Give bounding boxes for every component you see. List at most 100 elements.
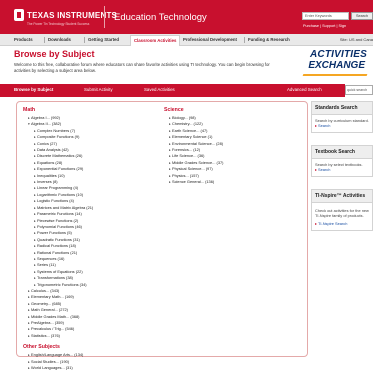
subject-label: Equations (28) (37, 159, 63, 165)
nav-classroom-activities[interactable]: Classroom Activities (130, 35, 181, 46)
subject-label: Power Functions (5) (37, 230, 72, 236)
nav-funding-research[interactable]: Funding & Research (248, 37, 290, 42)
nav-divider (244, 37, 245, 43)
subject-label: Inequalities (10) (37, 172, 65, 178)
brand-tagline: The Power Tin Technology Student Success (27, 22, 90, 26)
subject-label: Systems of Equations (22) (37, 268, 83, 274)
subject-label: Rational Functions (21) (37, 249, 78, 255)
ti-nspire-search-link[interactable]: ▸ TI-Nspire Search (315, 221, 369, 227)
math-heading: Math (23, 107, 36, 113)
subject-label: Linear Programming (4) (37, 185, 79, 191)
subject-label: Polynomial Functions (46) (37, 223, 82, 229)
subject-label: Calculus... (343) (31, 287, 60, 293)
activities-exchange-logo: ACTIVITIES EXCHANGE (297, 49, 373, 79)
link-label: Search (318, 123, 331, 129)
subject-label: Piecewise Functions (2) (37, 217, 79, 223)
subject-label: English/Language Arts... (134) (31, 352, 84, 358)
site-header: TEXAS INSTRUMENTS The Power Tin Technolo… (0, 0, 373, 34)
subject-label: Sequences (16) (37, 255, 65, 261)
subject-label: Complex Numbers (7) (37, 127, 76, 133)
subject-label: Statistics... (376) (31, 332, 60, 338)
subject-label: PreAlgebra... (359) (31, 320, 64, 325)
subject-label: Math General... (272) (31, 307, 68, 313)
subject-item[interactable]: ▸Science General... (136) (164, 179, 223, 185)
science-subject-list: ▸Biology... (98) ▸Chemistry... (122) ▸Eart… (164, 115, 223, 185)
main-nav: Products Downloads Getting Started Class… (0, 34, 373, 46)
subject-label: Parametric Functions (14) (37, 211, 82, 217)
other-subject-list: ▸English/Language Arts... (134) ▸Social S… (23, 352, 93, 371)
saved-activities-link[interactable]: Saved Activities (144, 87, 175, 92)
subject-label: World Languages... (31) (31, 365, 73, 371)
subject-label: Social Studies... (190) (31, 358, 70, 364)
header-divider (104, 6, 105, 28)
subject-label: Biology... (98) (172, 115, 196, 120)
subject-label: Quadratic Functions (31) (37, 236, 80, 242)
logo-line-activities: ACTIVITIES (309, 49, 367, 60)
link-label: Search (318, 167, 331, 173)
ti-nspire-panel: TI-Nspire™ Activities Check out activiti… (311, 189, 373, 232)
subject-label: Precalculus / Trig... (546) (31, 326, 75, 332)
subject-label: Conics (27) (37, 140, 57, 146)
advanced-search-link[interactable]: Advanced Search (287, 87, 322, 92)
subject-label: Matrices and Matrix Algebra (21) (37, 204, 94, 210)
nav-divider (84, 37, 85, 43)
nav-professional-development[interactable]: Professional Development (183, 37, 237, 42)
logo-line-exchange: EXCHANGE (308, 60, 365, 71)
subject-label: Discrete Mathematics (26) (37, 153, 83, 159)
standards-search-link[interactable]: ▸ Search (315, 123, 369, 129)
subject-label: Middle Grades Science... (37) (172, 159, 224, 165)
utility-links[interactable]: Purchase | Support | Sign (303, 24, 346, 28)
subject-label: Data Analysis (42) (37, 147, 69, 153)
activity-toolbar: Browse by Subject Submit Activity Saved … (0, 84, 345, 97)
panel-title: TI-Nspire™ Activities (312, 190, 372, 203)
subject-label: Elementary Science (1) (172, 134, 213, 140)
subject-label: Life Science... (36) (172, 153, 205, 159)
subject-label: Physical Science... (97) (172, 166, 213, 172)
browse-by-subject-link[interactable]: Browse by Subject (14, 87, 53, 92)
subject-label: Science General... (136) (172, 179, 215, 185)
keyword-search-input[interactable]: Enter Keywords (302, 12, 349, 20)
quick-search-input[interactable]: quick search (345, 85, 373, 95)
nav-divider (44, 37, 45, 43)
subject-item[interactable]: ▸World Languages... (31) (23, 365, 93, 371)
subject-label: Earth Science... (47) (172, 127, 208, 133)
subject-label: Geometry... (685) (31, 300, 62, 306)
subject-label: Trigonometric Functions (34) (37, 281, 87, 287)
subject-label: Radical Functions (18) (37, 243, 76, 249)
science-heading: Science (164, 107, 184, 113)
subject-label: Logistic Functions (4) (37, 198, 74, 204)
other-subjects-heading: Other Subjects (23, 344, 60, 351)
page-intro: Welcome to this free, collaborative foru… (14, 62, 270, 73)
page-title: Browse by Subject (14, 49, 95, 59)
subject-label: Inverses (8) (37, 179, 58, 185)
math-subject-list: ▸Algebra I... (992) ▾Algebra II... (382) ▸… (23, 115, 93, 339)
textbook-search-panel: Textbook Search Search by select textboo… (311, 145, 373, 178)
subject-label: Transformations (38) (37, 275, 73, 281)
subject-label: Series (11) (37, 262, 56, 268)
textbook-search-link[interactable]: ▸ Search (315, 167, 369, 173)
math-column: Math ▸Algebra I... (992) ▾Algebra II... (… (23, 107, 93, 371)
ti-logo[interactable]: TEXAS INSTRUMENTS (14, 9, 117, 21)
panel-text: Check out activities for the new TI-Nspi… (315, 208, 369, 219)
standards-search-panel: Standards Search Search by curriculum st… (311, 101, 373, 134)
panel-title: Standards Search (312, 102, 372, 115)
subject-label: Algebra I... (992) (31, 115, 60, 120)
subject-label: Elementary Math... (169) (31, 294, 74, 300)
logo-swoosh (302, 74, 368, 76)
texas-state-icon (14, 9, 24, 21)
nav-products[interactable]: Products (14, 37, 33, 42)
keyword-search-button[interactable]: Search (351, 12, 373, 20)
subject-label: Environmental Science... (28) (172, 140, 224, 146)
nav-downloads[interactable]: Downloads (48, 37, 71, 42)
submit-activity-link[interactable]: Submit Activity (84, 87, 113, 92)
subject-label: Composite Functions (9) (37, 134, 80, 140)
nav-getting-started[interactable]: Getting Started (88, 37, 119, 42)
site-region-selector[interactable]: Site: US and Cana (340, 37, 373, 42)
subject-label: Physics... (157) (172, 172, 199, 178)
section-title[interactable]: Education Technology (114, 12, 207, 23)
panel-title: Textbook Search (312, 146, 372, 159)
subject-label: Forensics... (12) (172, 147, 201, 153)
subject-label: Middle Grades Math... (368) (31, 313, 80, 319)
subject-label: Algebra II... (382) (31, 121, 62, 127)
link-label: TI-Nspire Search (317, 221, 348, 227)
